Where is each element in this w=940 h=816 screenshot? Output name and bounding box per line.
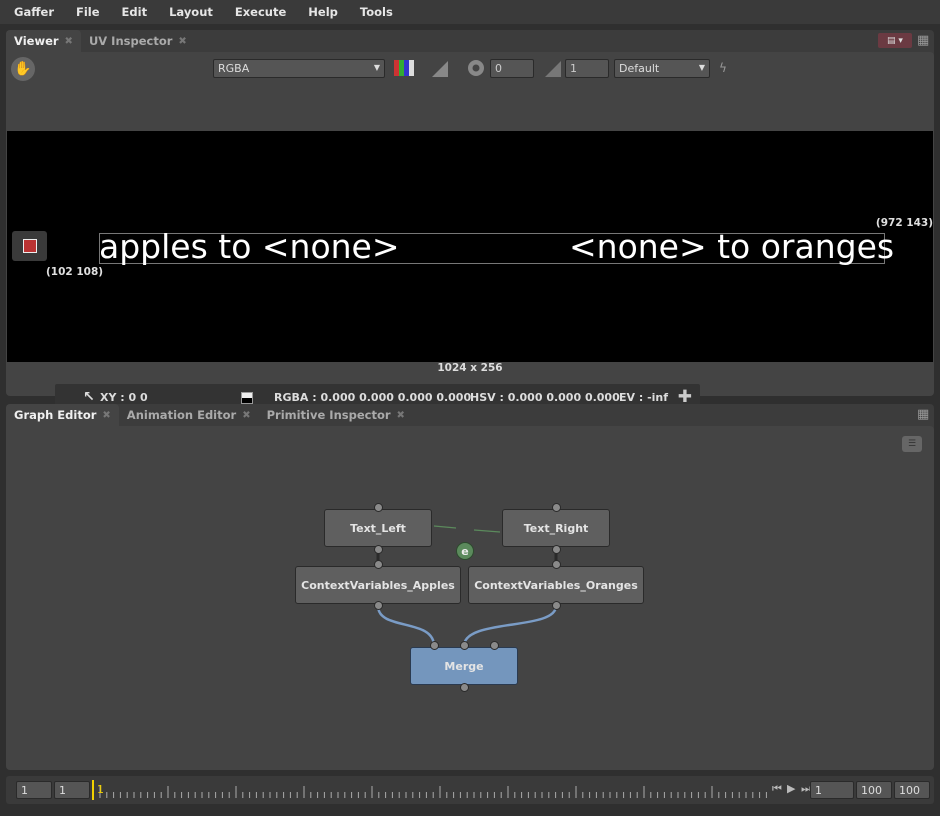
- chevron-down-icon: ▼: [698, 63, 705, 72]
- layout-grid-icon[interactable]: ▦: [917, 33, 932, 48]
- tab-label: Viewer: [14, 34, 59, 48]
- lightning-icon[interactable]: ϟ: [714, 59, 732, 77]
- graph-canvas[interactable]: ☰ Text_Left Text_Right ContextVariables_…: [6, 426, 934, 770]
- rendered-text-left: apples to <none>: [99, 227, 400, 266]
- close-icon[interactable]: ✖: [102, 410, 110, 421]
- tab-label: Animation Editor: [126, 408, 237, 422]
- node-cv-apples[interactable]: ContextVariables_Apples: [295, 566, 461, 604]
- expression-link-right: [473, 529, 501, 533]
- data-window-min-label: (102 108): [46, 266, 104, 278]
- timeline-start-outer[interactable]: 1: [16, 781, 52, 799]
- plug-merge-in-2[interactable]: [490, 641, 499, 650]
- menu-tools[interactable]: Tools: [360, 5, 393, 19]
- channel-combo-value: RGBA: [218, 62, 250, 75]
- plug-cv-apples-in[interactable]: [374, 560, 383, 569]
- menu-edit[interactable]: Edit: [122, 5, 148, 19]
- tab-primitive-inspector[interactable]: Primitive Inspector ✖: [259, 404, 413, 426]
- exposure-field[interactable]: 0: [490, 59, 534, 78]
- pixel-hsv: HSV : 0.000 0.000 0.000: [470, 391, 620, 404]
- timeline-bar: 1 1 1 ⏮ ▶ ⏭ 1 100 100: [6, 776, 934, 804]
- plug-cv-oranges-in[interactable]: [552, 560, 561, 569]
- pixel-color-chip-icon: [241, 392, 253, 404]
- rendered-text-right: <none> to oranges: [569, 227, 895, 266]
- layout-menu-button[interactable]: ▤ ▾: [878, 33, 912, 48]
- channels-color-icon[interactable]: [394, 59, 416, 77]
- menu-execute[interactable]: Execute: [235, 5, 286, 19]
- viewer-body: ✋ RGBA ▼ 0 1 Default ▼ ϟ apples to <none…: [6, 52, 934, 412]
- tab-animation-editor[interactable]: Animation Editor ✖: [119, 404, 259, 426]
- graph-tabstrip: Graph Editor ✖ Animation Editor ✖ Primit…: [6, 404, 934, 426]
- layout-grid-icon[interactable]: ▦: [917, 407, 932, 422]
- exposure-icon[interactable]: [467, 59, 485, 77]
- plug-cv-oranges-out[interactable]: [552, 601, 561, 610]
- close-icon[interactable]: ✖: [65, 36, 73, 47]
- timeline-end-inner[interactable]: 100: [856, 781, 892, 799]
- current-frame-label: 1: [97, 783, 104, 796]
- plug-merge-out[interactable]: [460, 683, 469, 692]
- clipping-icon[interactable]: [431, 60, 449, 78]
- node-merge[interactable]: Merge: [410, 647, 518, 685]
- node-cv-oranges[interactable]: ContextVariables_Oranges: [468, 566, 644, 604]
- tab-label: UV Inspector: [88, 34, 173, 48]
- plug-cv-apples-out[interactable]: [374, 601, 383, 610]
- plug-text-left-out[interactable]: [374, 545, 383, 554]
- pixel-xy: XY : 0 0: [100, 391, 148, 404]
- image-resolution: 1024 x 256: [437, 362, 503, 374]
- plug-text-right-in[interactable]: [552, 503, 561, 512]
- display-transform-combo[interactable]: Default ▼: [614, 59, 710, 78]
- expression-link-left: [433, 525, 457, 529]
- close-icon[interactable]: ✖: [242, 410, 250, 421]
- color-swatch-button[interactable]: [12, 231, 47, 261]
- play-icon[interactable]: ▶: [787, 782, 795, 795]
- timeline-start-inner[interactable]: 1: [54, 781, 90, 799]
- gamma-icon[interactable]: [544, 60, 562, 78]
- gamma-field[interactable]: 1: [565, 59, 609, 78]
- display-transform-value: Default: [619, 62, 660, 75]
- plug-merge-in-0[interactable]: [430, 641, 439, 650]
- timeline-end-outer[interactable]: 100: [894, 781, 930, 799]
- menu-file[interactable]: File: [76, 5, 100, 19]
- node-text-left[interactable]: Text_Left: [324, 509, 432, 547]
- tab-viewer[interactable]: Viewer ✖: [6, 30, 81, 52]
- connection-cv-apples-to-merge: [376, 605, 436, 647]
- tab-label: Primitive Inspector: [266, 408, 391, 422]
- chevron-down-icon: ▼: [373, 63, 380, 72]
- viewer-tabstrip: Viewer ✖ UV Inspector ✖: [6, 30, 934, 52]
- channel-combo[interactable]: RGBA ▼: [213, 59, 385, 78]
- connection-cv-oranges-to-merge: [462, 605, 558, 647]
- tab-uv-inspector[interactable]: UV Inspector ✖: [81, 30, 195, 52]
- skip-to-start-icon[interactable]: ⏮: [772, 782, 782, 796]
- color-swatch-icon: [22, 239, 37, 253]
- close-icon[interactable]: ✖: [397, 410, 405, 421]
- plug-text-right-out[interactable]: [552, 545, 561, 554]
- expression-node[interactable]: e: [456, 542, 474, 560]
- menu-gaffer[interactable]: Gaffer: [14, 5, 54, 19]
- pixel-rgba: RGBA : 0.000 0.000 0.000 0.000: [274, 391, 472, 404]
- hand-tool-icon[interactable]: ✋: [11, 57, 35, 81]
- menu-bar: Gaffer File Edit Layout Execute Help Too…: [0, 0, 940, 24]
- pixel-ev: EV : -inf: [619, 391, 669, 404]
- plug-text-left-in[interactable]: [374, 503, 383, 512]
- plug-merge-in-1[interactable]: [460, 641, 469, 650]
- tab-graph-editor[interactable]: Graph Editor ✖: [6, 404, 119, 426]
- graph-editor-panel: Graph Editor ✖ Animation Editor ✖ Primit…: [6, 404, 934, 770]
- tab-label: Graph Editor: [14, 408, 97, 422]
- cursor-icon: ↖: [83, 389, 95, 405]
- menu-layout[interactable]: Layout: [169, 5, 213, 19]
- node-text-right[interactable]: Text_Right: [502, 509, 610, 547]
- viewer-toolbar: ✋ RGBA ▼ 0 1 Default ▼ ϟ: [6, 52, 934, 86]
- timeline-frame-field[interactable]: 1: [810, 781, 854, 799]
- image-viewport[interactable]: apples to <none> <none> to oranges (972 …: [7, 131, 933, 362]
- close-icon[interactable]: ✖: [178, 36, 186, 47]
- menu-help[interactable]: Help: [308, 5, 338, 19]
- viewer-panel: Viewer ✖ UV Inspector ✖ ▤ ▾ ▦ ✋ RGBA ▼ 0: [6, 30, 934, 412]
- data-window-max-label: (972 143): [875, 217, 933, 229]
- timeline-ruler[interactable]: [92, 780, 772, 800]
